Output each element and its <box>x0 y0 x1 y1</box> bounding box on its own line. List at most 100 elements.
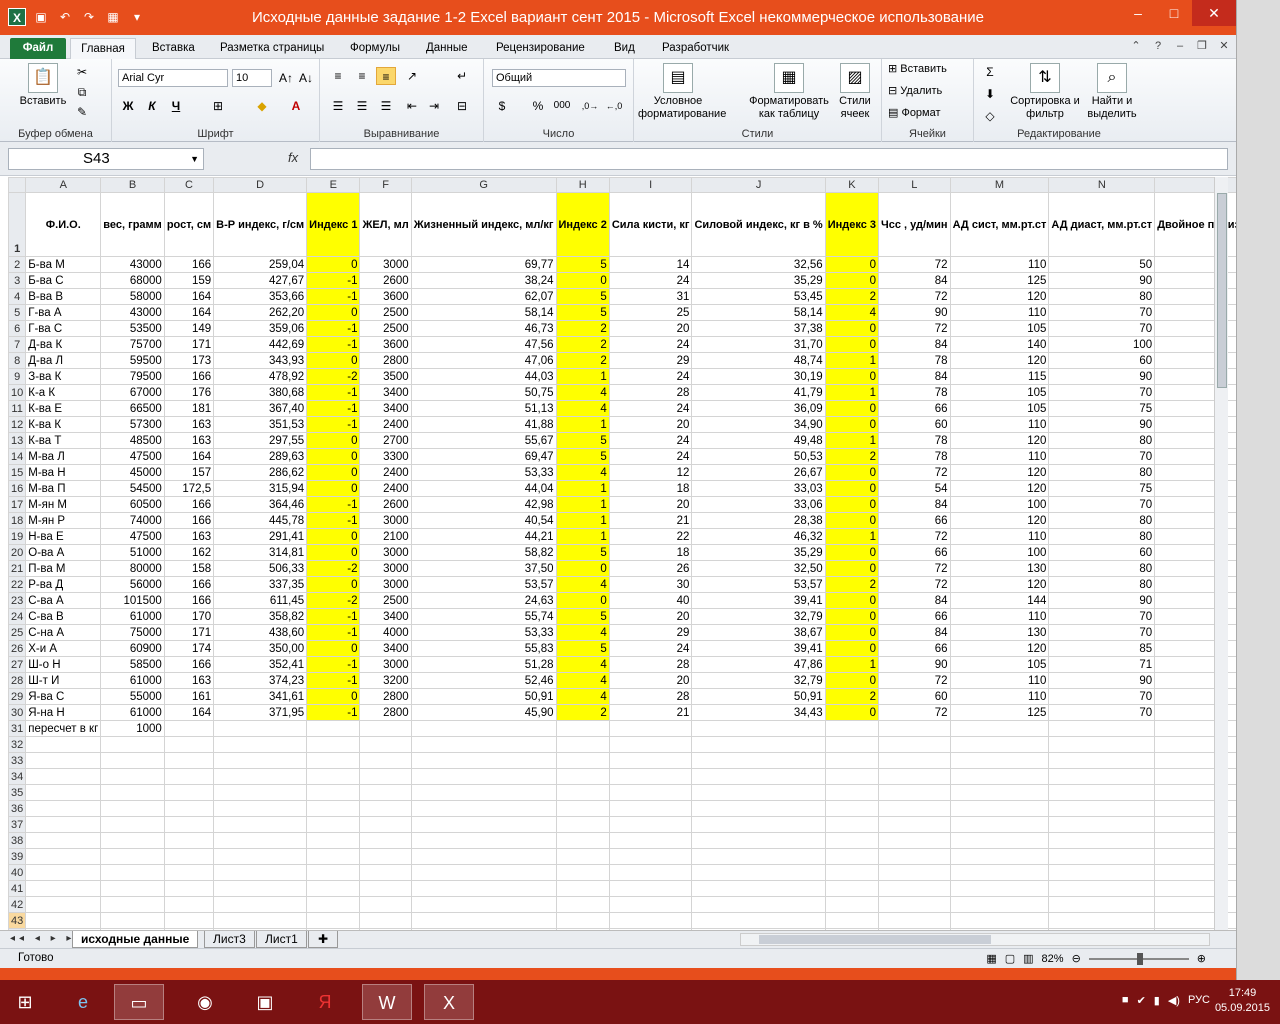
name-cell[interactable]: К-ва Е <box>25 400 102 417</box>
name-cell[interactable]: Б-ва С <box>25 272 102 289</box>
value-cell[interactable]: 0 <box>555 272 610 289</box>
value-cell[interactable]: 32,79 <box>691 672 826 689</box>
window-close-icon[interactable]: ✕ <box>1216 38 1232 54</box>
empty-cell[interactable] <box>878 736 951 753</box>
name-cell[interactable]: Я-на Н <box>25 704 102 721</box>
value-cell[interactable]: 120 <box>949 464 1050 481</box>
cut-icon[interactable]: ✂ <box>72 63 92 81</box>
empty-cell[interactable] <box>949 816 1050 833</box>
empty-cell[interactable] <box>25 736 102 753</box>
value-cell[interactable]: 72 <box>878 320 951 337</box>
value-cell[interactable]: 60500 <box>100 496 165 513</box>
align-right-icon[interactable]: ☰ <box>376 97 396 115</box>
empty-cell[interactable] <box>824 800 880 817</box>
column-header-F[interactable]: F <box>359 177 412 193</box>
value-cell[interactable]: 28,38 <box>691 512 826 529</box>
value-cell[interactable]: 161 <box>163 688 215 705</box>
value-cell[interactable]: 66 <box>878 640 951 657</box>
font-size-combo[interactable]: 10 <box>232 69 272 87</box>
value-cell[interactable]: 45,90 <box>410 704 557 721</box>
value-cell[interactable]: -1 <box>306 336 361 353</box>
thousands-button[interactable]: 000 <box>552 97 572 115</box>
value-cell[interactable]: 353,66 <box>213 288 308 305</box>
value-cell[interactable]: 20 <box>608 608 693 625</box>
value-cell[interactable]: 40,54 <box>410 512 557 529</box>
value-cell[interactable]: 53,57 <box>410 576 557 593</box>
value-cell[interactable]: 2600 <box>359 496 412 513</box>
empty-cell[interactable] <box>410 864 557 881</box>
column-header-N[interactable]: N <box>1048 177 1156 193</box>
empty-cell[interactable] <box>555 864 610 881</box>
value-cell[interactable]: 291,41 <box>213 528 308 545</box>
value-cell[interactable]: 163 <box>163 672 215 689</box>
value-cell[interactable]: 90 <box>1048 368 1156 385</box>
value-cell[interactable]: -1 <box>306 672 361 689</box>
empty-cell[interactable] <box>359 864 412 881</box>
value-cell[interactable]: 166 <box>163 576 215 593</box>
value-cell[interactable]: 84 <box>878 592 951 609</box>
value-cell[interactable]: 47,56 <box>410 336 557 353</box>
value-cell[interactable]: 314,81 <box>213 544 308 561</box>
value-cell[interactable]: 70 <box>1048 384 1156 401</box>
value-cell[interactable]: 32,50 <box>691 560 826 577</box>
empty-cell[interactable] <box>410 848 557 865</box>
value-cell[interactable]: 69,77 <box>410 256 557 273</box>
value-cell[interactable]: 12 <box>608 464 693 481</box>
value-cell[interactable]: 78 <box>878 432 951 449</box>
value-cell[interactable]: 53500 <box>100 320 165 337</box>
value-cell[interactable]: 163 <box>163 528 215 545</box>
empty-cell[interactable] <box>306 816 361 833</box>
empty-cell[interactable] <box>359 832 412 849</box>
grow-font-icon[interactable]: A↑ <box>276 69 296 87</box>
value-cell[interactable]: 0 <box>824 368 880 385</box>
value-cell[interactable]: 166 <box>163 592 215 609</box>
column-header-K[interactable]: K <box>824 177 880 193</box>
column-header-B[interactable]: B <box>100 177 165 193</box>
empty-cell[interactable] <box>359 800 412 817</box>
empty-cell[interactable] <box>163 912 215 929</box>
value-cell[interactable]: 0 <box>306 256 361 273</box>
value-cell[interactable]: 125 <box>949 272 1050 289</box>
empty-cell[interactable] <box>1048 768 1156 785</box>
value-cell[interactable]: 176 <box>163 384 215 401</box>
empty-cell[interactable] <box>608 864 693 881</box>
orientation-icon[interactable]: ↗ <box>402 67 422 85</box>
value-cell[interactable]: -1 <box>306 512 361 529</box>
empty-cell[interactable] <box>555 816 610 833</box>
value-cell[interactable]: 0 <box>824 416 880 433</box>
empty-cell[interactable] <box>1048 752 1156 769</box>
empty-cell[interactable] <box>410 752 557 769</box>
empty-cell[interactable] <box>555 848 610 865</box>
value-cell[interactable]: 105 <box>949 400 1050 417</box>
empty-cell[interactable] <box>100 832 165 849</box>
row-header[interactable]: 29 <box>7 688 27 705</box>
value-cell[interactable]: 0 <box>824 608 880 625</box>
value-cell[interactable]: 3000 <box>359 512 412 529</box>
empty-cell[interactable] <box>555 784 610 801</box>
value-cell[interactable]: 173 <box>163 352 215 369</box>
value-cell[interactable]: 24 <box>608 640 693 657</box>
font-color-icon[interactable]: A <box>286 97 306 115</box>
value-cell[interactable]: 120 <box>949 512 1050 529</box>
format-cells-button[interactable]: ▤ Формат <box>888 107 941 120</box>
row-header[interactable]: 27 <box>7 656 27 673</box>
value-cell[interactable]: 351,53 <box>213 416 308 433</box>
empty-cell[interactable] <box>555 752 610 769</box>
empty-cell[interactable] <box>100 736 165 753</box>
value-cell[interactable]: 70 <box>1048 624 1156 641</box>
value-cell[interactable]: 478,92 <box>213 368 308 385</box>
value-cell[interactable]: 286,62 <box>213 464 308 481</box>
value-cell[interactable]: 120 <box>949 576 1050 593</box>
empty-cell[interactable] <box>1048 800 1156 817</box>
value-cell[interactable]: 5 <box>555 304 610 321</box>
value-cell[interactable]: 125 <box>949 704 1050 721</box>
name-cell[interactable]: К-ва Т <box>25 432 102 449</box>
value-cell[interactable]: 166 <box>163 256 215 273</box>
empty-cell[interactable] <box>878 800 951 817</box>
row-header[interactable]: 37 <box>7 816 27 833</box>
name-cell[interactable]: К-ва К <box>25 416 102 433</box>
value-cell[interactable]: 4 <box>555 464 610 481</box>
name-cell[interactable]: Х-и А <box>25 640 102 657</box>
value-cell[interactable]: 0 <box>824 704 880 721</box>
empty-cell[interactable] <box>25 880 102 897</box>
